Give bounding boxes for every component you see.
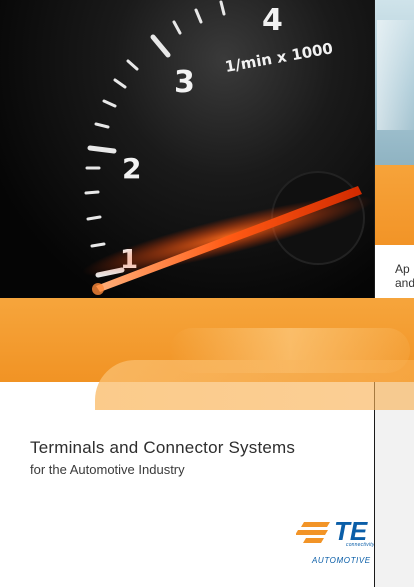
tachometer-gauge: 1 2 3 4 1/min x 1000 bbox=[82, 0, 374, 295]
tick-minor bbox=[86, 215, 102, 221]
brochure-cover: 1 2 3 4 1/min x 1000 Terminals and Conne… bbox=[0, 0, 375, 587]
cover-title: Terminals and Connector Systems bbox=[30, 438, 296, 457]
tick-major-2 bbox=[87, 145, 117, 154]
gauge-unit-label: 1/min x 1000 bbox=[224, 39, 335, 76]
back-photo-highlight bbox=[377, 20, 414, 130]
orange-band-curve bbox=[95, 360, 414, 410]
tick-minor bbox=[84, 190, 100, 195]
tick-minor bbox=[102, 99, 117, 108]
logo-stripes bbox=[296, 522, 330, 543]
te-connectivity-logo: TE connectivity AUTOMOTIVE bbox=[296, 512, 375, 572]
tick-minor bbox=[126, 59, 139, 71]
back-brochure-text: Ap and bbox=[395, 262, 414, 290]
tick-minor bbox=[172, 20, 182, 35]
tick-major-3 bbox=[150, 34, 171, 58]
tick-minor bbox=[94, 122, 110, 129]
tick-minor bbox=[90, 242, 106, 248]
tick-minor bbox=[113, 78, 127, 89]
tick-minor bbox=[219, 0, 226, 16]
back-brochure-orange-band bbox=[373, 165, 414, 245]
cover-subtitle: for the Automotive Industry bbox=[30, 462, 185, 477]
back-brochure-photo bbox=[373, 0, 414, 165]
logo-connectivity: connectivity bbox=[346, 542, 375, 548]
logo-automotive: AUTOMOTIVE bbox=[312, 556, 371, 565]
tick-label-2: 2 bbox=[122, 152, 141, 185]
back-text-line-1: Ap bbox=[395, 262, 410, 276]
tick-label-4: 4 bbox=[262, 3, 283, 38]
tachometer-photo: 1 2 3 4 1/min x 1000 bbox=[0, 0, 374, 298]
tick-minor bbox=[194, 8, 203, 24]
needle-tip-glow bbox=[92, 283, 104, 295]
tick-label-3: 3 bbox=[174, 65, 195, 100]
back-text-line-2: and bbox=[395, 276, 414, 290]
